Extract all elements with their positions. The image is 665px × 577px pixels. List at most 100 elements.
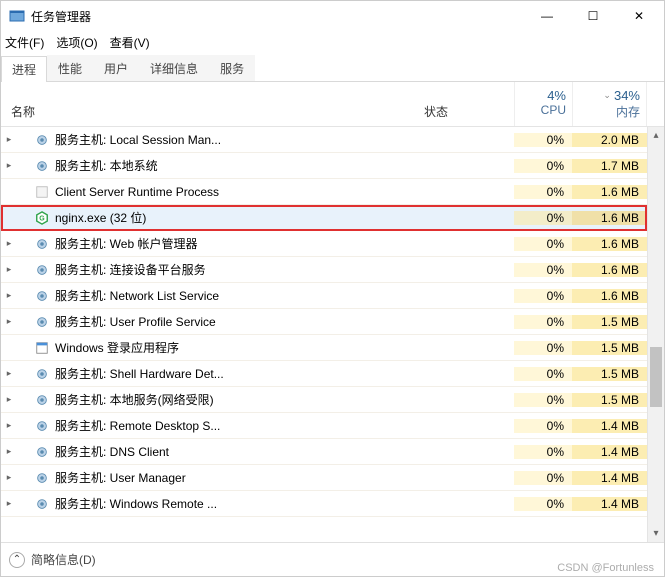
process-name: nginx.exe (32 位) (51, 209, 414, 226)
process-icon (33, 341, 51, 355)
tab-performance[interactable]: 性能 (47, 55, 93, 81)
process-memory: 1.6 MB (572, 185, 647, 199)
process-memory: 1.4 MB (572, 471, 647, 485)
process-icon (33, 497, 51, 511)
process-memory: 1.6 MB (572, 289, 647, 303)
window-title: 任务管理器 (31, 8, 524, 25)
tab-users[interactable]: 用户 (93, 55, 139, 81)
scroll-down-arrow[interactable]: ▾ (648, 525, 664, 542)
menu-options[interactable]: 选项(O) (56, 34, 97, 51)
process-name: 服务主机: 本地系统 (51, 157, 414, 174)
chevron-down-icon: ⌄ (603, 90, 611, 101)
fewer-details-button[interactable]: ⌃ 简略信息(D) (9, 551, 96, 568)
col-status[interactable]: 状态 (414, 82, 514, 126)
process-icon: G (33, 211, 51, 225)
scroll-up-arrow[interactable]: ▴ (648, 127, 664, 144)
process-name: 服务主机: Local Session Man... (51, 131, 414, 148)
process-row[interactable]: ▸服务主机: DNS Client0%1.4 MB (1, 439, 647, 465)
process-row[interactable]: ▸ 服务主机: Network List Service 0%1.6 MB (1, 283, 647, 309)
process-icon (33, 445, 51, 459)
process-memory: 1.4 MB (572, 497, 647, 511)
expand-toggle[interactable]: ▸ (1, 238, 17, 249)
process-name: 服务主机: Web 帐户管理器 (51, 235, 414, 252)
process-row[interactable]: ▸ 服务主机: Local Session Man... 0%2.0 MB (1, 127, 647, 153)
process-icon (33, 471, 51, 485)
expand-toggle[interactable]: ▸ (1, 498, 17, 509)
process-memory: 1.6 MB (572, 263, 647, 277)
process-cpu: 0% (514, 159, 572, 173)
process-cpu: 0% (514, 237, 572, 251)
expand-toggle[interactable]: ▸ (1, 160, 17, 171)
process-memory: 1.6 MB (572, 211, 647, 225)
process-cpu: 0% (514, 185, 572, 199)
process-row[interactable]: ▸服务主机: User Manager0%1.4 MB (1, 465, 647, 491)
process-name: 服务主机: Network List Service (51, 287, 414, 304)
vertical-scrollbar[interactable]: ▴ ▾ (647, 127, 664, 542)
titlebar[interactable]: 任务管理器 — ☐ ✕ (1, 1, 664, 31)
process-icon (33, 419, 51, 433)
process-memory: 2.0 MB (572, 133, 647, 147)
column-headers: 名称 状态 4% CPU ⌄34% 内存 (1, 82, 664, 127)
expand-toggle[interactable]: ▸ (1, 394, 17, 405)
process-cpu: 0% (514, 289, 572, 303)
tab-details[interactable]: 详细信息 (139, 55, 209, 81)
process-cpu: 0% (514, 263, 572, 277)
process-icon (33, 315, 51, 329)
process-row[interactable]: ▸服务主机: Shell Hardware Det...0%1.5 MB (1, 361, 647, 387)
menubar: 文件(F) 选项(O) 查看(V) (1, 31, 664, 53)
expand-toggle[interactable]: ▸ (1, 290, 17, 301)
menu-file[interactable]: 文件(F) (5, 34, 44, 51)
expand-toggle[interactable]: ▸ (1, 420, 17, 431)
svg-text:G: G (39, 215, 45, 222)
process-row[interactable]: ▸服务主机: 本地系统0%1.7 MB (1, 153, 647, 179)
minimize-button[interactable]: — (524, 1, 570, 31)
process-icon (33, 367, 51, 381)
menu-view[interactable]: 查看(V) (110, 34, 150, 51)
process-name: 服务主机: Remote Desktop S... (51, 417, 414, 434)
tabbar: 进程 性能 用户 详细信息 服务 (1, 55, 664, 82)
expand-toggle[interactable]: ▸ (1, 446, 17, 457)
process-cpu: 0% (514, 393, 572, 407)
process-list: ▸服务主机: Local Session Man...0%2.0 MB▸服务主机… (1, 127, 664, 542)
process-icon (33, 133, 51, 147)
process-name: Client Server Runtime Process (51, 185, 414, 199)
process-icon (33, 393, 51, 407)
process-memory: 1.6 MB (572, 237, 647, 251)
process-row[interactable]: ▸ 服务主机: Web 帐户管理器 0%1.6 MB (1, 231, 647, 257)
maximize-button[interactable]: ☐ (570, 1, 616, 31)
process-cpu: 0% (514, 211, 572, 225)
process-cpu: 0% (514, 445, 572, 459)
app-icon (9, 8, 25, 24)
chevron-up-icon: ⌃ (9, 552, 25, 568)
process-memory: 1.4 MB (572, 445, 647, 459)
process-row[interactable]: ▸服务主机: Remote Desktop S...0%1.4 MB (1, 413, 647, 439)
tab-services[interactable]: 服务 (209, 55, 255, 81)
process-row[interactable]: Client Server Runtime Process 0%1.6 MB (1, 179, 647, 205)
tab-processes[interactable]: 进程 (1, 56, 47, 82)
process-row[interactable]: ▸ 服务主机: Windows Remote ... 0%1.4 MB (1, 491, 647, 517)
expand-toggle[interactable]: ▸ (1, 316, 17, 327)
process-row[interactable]: Windows 登录应用程序0%1.5 MB (1, 335, 647, 361)
expand-toggle[interactable]: ▸ (1, 264, 17, 275)
expand-toggle[interactable]: ▸ (1, 472, 17, 483)
process-row[interactable]: ▸服务主机: 连接设备平台服务0%1.6 MB (1, 257, 647, 283)
process-row[interactable]: Gnginx.exe (32 位) 0%1.6 MB (1, 205, 647, 231)
expand-toggle[interactable]: ▸ (1, 134, 17, 145)
process-row[interactable]: ▸服务主机: User Profile Service0%1.5 MB (1, 309, 647, 335)
close-button[interactable]: ✕ (616, 1, 662, 31)
process-cpu: 0% (514, 367, 572, 381)
process-row[interactable]: ▸服务主机: 本地服务(网络受限)0%1.5 MB (1, 387, 647, 413)
watermark: CSDN @Fortunless (557, 562, 654, 574)
col-memory[interactable]: ⌄34% 内存 (572, 82, 647, 126)
process-icon (33, 159, 51, 173)
task-manager-window: 任务管理器 — ☐ ✕ 文件(F) 选项(O) 查看(V) 进程 性能 用户 详… (0, 0, 665, 577)
process-name: 服务主机: Windows Remote ... (51, 495, 414, 512)
process-cpu: 0% (514, 497, 572, 511)
col-cpu[interactable]: 4% CPU (514, 82, 572, 126)
expand-toggle[interactable]: ▸ (1, 368, 17, 379)
col-name[interactable]: 名称 (1, 82, 414, 126)
scrollbar-thumb[interactable] (650, 347, 662, 407)
process-cpu: 0% (514, 419, 572, 433)
process-cpu: 0% (514, 133, 572, 147)
process-memory: 1.5 MB (572, 341, 647, 355)
